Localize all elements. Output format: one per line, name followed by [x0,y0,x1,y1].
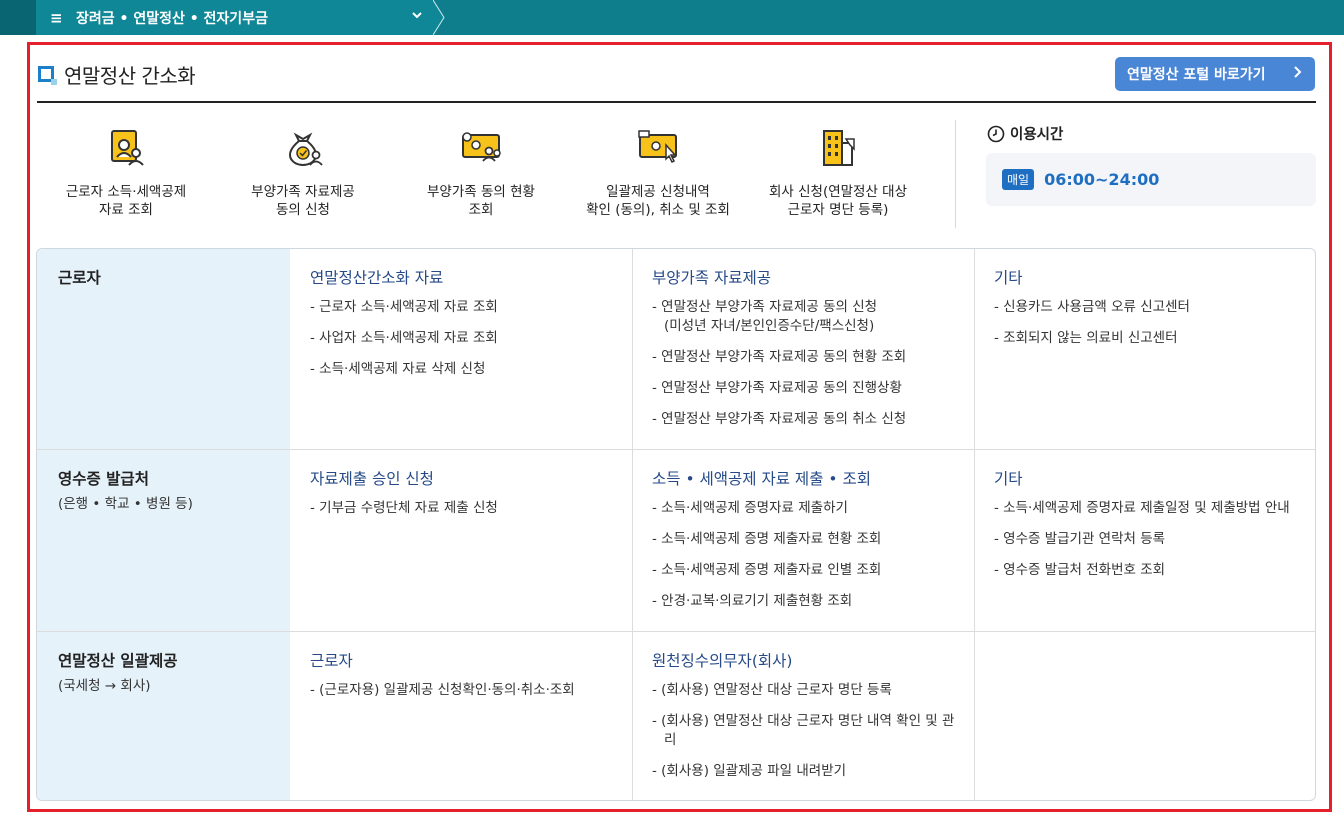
row-subtitle: (은행 • 학교 • 병원 등) [58,496,193,512]
menu-link[interactable]: - 연말정산 부양가족 자료제공 동의 진행상황 [652,379,974,398]
service-line1: 근로자 소득·세액공제 [65,184,187,200]
service-line1: 부양가족 동의 현황 [427,184,535,200]
table-cell-empty [974,632,1315,800]
usage-time-box: 매일 06:00~24:00 [986,153,1316,206]
building-icon [823,130,855,166]
table-cell: 자료제출 승인 신청 - 기부금 수령단체 자료 제출 신청 [290,450,632,631]
column-divider [632,249,633,449]
heading-divider [37,101,1316,103]
menu-link[interactable]: - 근로자 소득·세액공제 자료 조회 [310,298,632,317]
chevron-right-icon [1293,65,1303,83]
breadcrumb-label: 장려금 • 연말정산 • 전자기부금 [76,10,268,27]
row-title: 연말정산 일괄제공 [58,652,178,670]
row-header: 연말정산 일괄제공 (국세청 → 회사) [37,632,290,800]
service-line1: 일괄제공 신청내역 [606,184,710,200]
menu-link[interactable]: - (회사용) 연말정산 대상 근로자 명단 내역 확인 및 관리 [652,712,956,750]
portal-button-label: 연말정산 포털 바로가기 [1127,67,1266,83]
menu-link-text: - 연말정산 부양가족 자료제공 동의 신청 [652,299,878,315]
menu-link[interactable]: - 영수증 발급처 전화번호 조회 [994,561,1299,580]
cell-title[interactable]: 자료제출 승인 신청 [310,467,632,489]
cell-title[interactable]: 연말정산간소화 자료 [310,266,632,288]
breadcrumb-menu[interactable]: ≡ 장려금 • 연말정산 • 전자기부금 [36,0,433,35]
row-header: 영수증 발급처 (은행 • 학교 • 병원 등) [37,450,290,631]
menu-link[interactable]: - 소득·세액공제 증명 제출자료 인별 조회 [652,561,974,580]
service-line2: 동의 신청 [276,202,330,218]
table-row-worker: 근로자 연말정산간소화 자료 - 근로자 소득·세액공제 자료 조회 - 사업자… [37,249,1315,449]
table-cell: 기타 - 소득·세액공제 증명자료 제출일정 및 제출방법 안내 - 영수증 발… [974,450,1315,631]
monitor-cursor-icon [638,130,677,164]
nav-left-strip [0,0,36,35]
row-subtitle: (국세청 → 회사) [58,678,151,694]
service-line1: 부양가족 자료제공 [251,184,355,200]
page-title: 연말정산 간소화 [64,63,196,88]
cell-title[interactable]: 원천징수의무자(회사) [652,649,956,671]
cell-title[interactable]: 소득 • 세액공제 자료 제출 • 조회 [652,467,974,489]
menu-table: 근로자 연말정산간소화 자료 - 근로자 소득·세액공제 자료 조회 - 사업자… [36,248,1316,801]
menu-link[interactable]: - (회사용) 연말정산 대상 근로자 명단 등록 [652,681,956,700]
cell-title[interactable]: 기타 [994,266,1315,288]
row-header: 근로자 [37,249,290,449]
table-cell: 기타 - 신용카드 사용금액 오류 신고센터 - 조회되지 않는 의료비 신고센… [974,249,1315,449]
menu-link[interactable]: - 소득·세액공제 증명자료 제출하기 [652,499,974,518]
service-bulk-request-history[interactable]: 일괄제공 신청내역 확인 (동의), 취소 및 조회 [572,125,744,219]
table-cell: 근로자 - (근로자용) 일괄제공 신청확인·동의·취소·조회 [290,632,632,800]
services-divider [955,120,956,228]
portal-link-button[interactable]: 연말정산 포털 바로가기 [1115,57,1315,91]
menu-link-subtext: (미성년 자녀/본인인증수단/팩스신청) [664,318,875,334]
table-cell: 소득 • 세액공제 자료 제출 • 조회 - 소득·세액공제 증명자료 제출하기… [632,450,974,631]
clock-icon [987,125,1005,142]
service-line2: 조회 [468,202,494,218]
menu-link[interactable]: - 연말정산 부양가족 자료제공 동의 취소 신청 [652,410,974,429]
cell-title[interactable]: 부양가족 자료제공 [652,266,974,288]
menu-link[interactable]: - 기부금 수령단체 자료 제출 신청 [310,499,632,518]
service-line2: 확인 (동의), 취소 및 조회 [586,202,730,218]
menu-link[interactable]: - 소득·세액공제 증명 제출자료 현황 조회 [652,530,974,549]
column-divider [632,632,633,800]
table-row-bulk-provision: 연말정산 일괄제공 (국세청 → 회사) 근로자 - (근로자용) 일괄제공 신… [37,632,1315,800]
service-worker-deduction-lookup[interactable]: 근로자 소득·세액공제 자료 조회 [52,125,200,219]
column-divider [974,249,975,449]
menu-link[interactable]: - 신용카드 사용금액 오류 신고센터 [994,298,1315,317]
menu-link[interactable]: - 사업자 소득·세액공제 자료 조회 [310,329,632,348]
top-navigation-bar: ≡ 장려금 • 연말정산 • 전자기부금 [0,0,1344,35]
square-bullet-icon [38,66,57,85]
menu-link[interactable]: - (회사용) 일괄제공 파일 내려받기 [652,762,956,781]
usage-time-heading: 이용시간 [987,123,1063,144]
usage-hours: 06:00~24:00 [1044,170,1160,189]
menu-link[interactable]: - (근로자용) 일괄제공 신청확인·동의·취소·조회 [310,681,632,700]
cell-title[interactable]: 근로자 [310,649,632,671]
service-line1: 회사 신청(연말정산 대상 [768,184,908,200]
column-divider [632,450,633,631]
menu-link[interactable]: - 연말정산 부양가족 자료제공 동의 신청 (미성년 자녀/본인인증수단/팩스신… [652,298,974,336]
menu-link[interactable]: - 소득·세액공제 자료 삭제 신청 [310,360,632,379]
table-cell: 부양가족 자료제공 - 연말정산 부양가족 자료제공 동의 신청 (미성년 자녀/… [632,249,974,449]
menu-link[interactable]: - 연말정산 부양가족 자료제공 동의 현황 조회 [652,348,974,367]
daily-badge: 매일 [1002,169,1035,190]
hamburger-menu-icon: ≡ [50,8,63,27]
section-heading: 연말정산 간소화 [38,58,196,90]
menu-link[interactable]: - 안경·교복·의료기기 제출현황 조회 [652,592,974,611]
table-row-receipt-issuer: 영수증 발급처 (은행 • 학교 • 병원 등) 자료제출 승인 신청 - 기부… [37,450,1315,631]
money-bag-check-icon [289,132,323,167]
table-cell: 원천징수의무자(회사) - (회사용) 연말정산 대상 근로자 명단 등록 - … [632,632,974,800]
service-company-application[interactable]: 회사 신청(연말정산 대상 근로자 명단 등록) [752,125,924,219]
service-dependent-consent-status[interactable]: 부양가족 동의 현황 조회 [410,125,552,219]
column-divider [974,450,975,631]
chevron-down-icon [411,9,423,24]
monitor-people-icon [462,132,501,162]
usage-time-label: 이용시간 [1010,127,1064,143]
service-dependent-consent-request[interactable]: 부양가족 자료제공 동의 신청 [232,125,374,219]
service-line2: 근로자 명단 등록) [787,202,889,218]
table-cell: 연말정산간소화 자료 - 근로자 소득·세액공제 자료 조회 - 사업자 소득·… [290,249,632,449]
menu-link[interactable]: - 조회되지 않는 의료비 신고센터 [994,329,1315,348]
menu-link[interactable]: - 소득·세액공제 증명자료 제출일정 및 제출방법 안내 [994,499,1299,518]
service-line2: 자료 조회 [99,202,153,218]
row-title: 근로자 [58,269,101,287]
cell-title[interactable]: 기타 [994,467,1299,489]
menu-link[interactable]: - 영수증 발급기관 연락처 등록 [994,530,1299,549]
column-divider [974,632,975,800]
row-title: 영수증 발급처 [58,470,149,488]
document-user-icon [111,130,144,166]
breadcrumb-arrow-outline [433,0,445,35]
